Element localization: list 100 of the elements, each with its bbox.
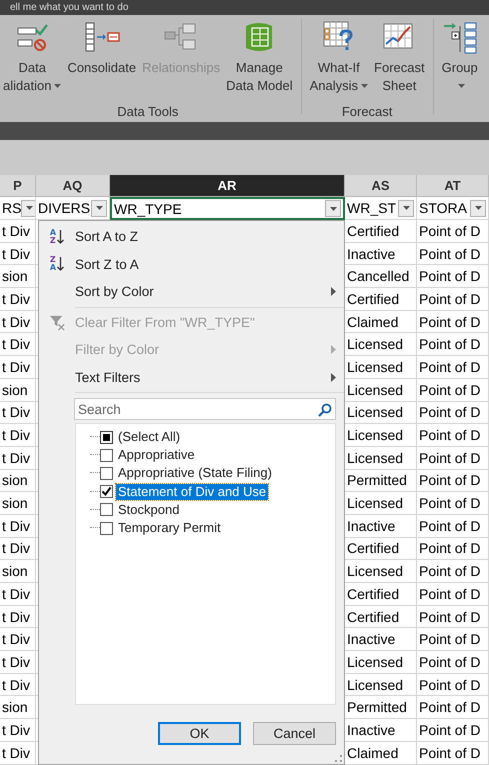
- table-cell: t Div: [2, 608, 30, 625]
- caret-icon: [330, 206, 336, 210]
- table-cell: Point of D: [419, 563, 480, 580]
- cancel-button[interactable]: Cancel: [253, 722, 336, 745]
- table-cell: Certified: [347, 222, 400, 239]
- group-label: Forecast: [342, 104, 392, 118]
- menu-item[interactable]: Sort by Color: [39, 278, 344, 306]
- search-field[interactable]: Search: [74, 398, 336, 420]
- checkbox[interactable]: [100, 466, 113, 480]
- caret-icon: [474, 206, 482, 210]
- column-header[interactable]: P: [0, 175, 36, 197]
- filter-dropdown-button[interactable]: [325, 200, 341, 217]
- table-cell: Point of D: [419, 631, 480, 648]
- table-cell: sion: [2, 699, 28, 716]
- list-item[interactable]: Appropriative (State Filing): [116, 465, 274, 482]
- list-item[interactable]: Stockpond: [116, 502, 182, 518]
- table-cell: t Div: [2, 314, 30, 330]
- list-item[interactable]: (Select All): [116, 429, 182, 446]
- column-header[interactable]: AS: [345, 175, 417, 197]
- table-cell: Point of D: [419, 314, 480, 330]
- ribbon-button[interactable]: What-If Analysis: [306, 19, 372, 100]
- table-cell: t Div: [2, 450, 30, 466]
- table-cell: sion: [2, 495, 28, 512]
- table-cell: Point of D: [419, 222, 480, 239]
- funnel-x-icon: [48, 314, 66, 331]
- table-cell: Point of D: [419, 744, 480, 761]
- submenu-arrow-icon: [331, 287, 336, 296]
- table-cell: Point of D: [419, 654, 480, 670]
- table-cell: Inactive: [347, 518, 396, 534]
- checkbox[interactable]: [100, 503, 113, 516]
- table-cell: Point of D: [419, 472, 480, 488]
- table-cell: Licensed: [347, 427, 404, 444]
- checkbox[interactable]: [100, 430, 113, 444]
- table-cell: sion: [2, 563, 28, 580]
- header-cell: WR_TYPE: [114, 200, 182, 216]
- table-cell: t Div: [2, 246, 30, 262]
- table-cell: t Div: [2, 358, 30, 375]
- table-cell: Point of D: [419, 427, 480, 444]
- table-cell: Point of D: [419, 336, 480, 352]
- list-item[interactable]: Temporary Permit: [116, 520, 223, 536]
- table-cell: Point of D: [419, 268, 480, 284]
- table-cell: t Div: [2, 654, 30, 670]
- table-cell: Point of D: [419, 518, 480, 534]
- menu-item[interactable]: Z A Sort Z to A: [39, 250, 344, 278]
- column-header[interactable]: AR: [110, 175, 345, 197]
- table-cell: Licensed: [347, 336, 404, 352]
- table-cell: Cancelled: [347, 268, 410, 284]
- table-cell: Permitted: [347, 472, 407, 488]
- table-cell: Point of D: [419, 404, 480, 420]
- table-cell: Licensed: [347, 382, 404, 398]
- caret-icon: [26, 206, 33, 210]
- ribbon-button[interactable]: Forecast Sheet: [371, 19, 428, 100]
- table-cell: Point of D: [419, 722, 480, 738]
- resize-grip-icon[interactable]: [335, 755, 342, 762]
- table-cell: t Div: [2, 631, 30, 648]
- checkbox[interactable]: [100, 485, 113, 498]
- checkbox[interactable]: [100, 448, 113, 462]
- filter-dropdown-button[interactable]: [470, 200, 486, 216]
- ribbon-button[interactable]: Consolidate: [64, 19, 140, 100]
- list-item[interactable]: Statement of Div and Use: [116, 484, 268, 500]
- table-cell: Point of D: [419, 699, 480, 716]
- header-cell: DIVERS: [38, 200, 90, 216]
- table-cell: sion: [2, 472, 28, 488]
- table-cell: t Div: [2, 427, 30, 444]
- table-cell: Point of D: [419, 586, 480, 602]
- filter-dropdown-button[interactable]: [91, 200, 107, 216]
- group-label: Data Tools: [117, 104, 178, 118]
- search-icon: [318, 403, 332, 417]
- table-cell: Point of D: [419, 540, 480, 556]
- list-item[interactable]: Appropriative: [116, 447, 197, 464]
- table-cell: Point of D: [419, 358, 480, 375]
- table-cell: t Div: [2, 290, 30, 307]
- ribbon-button[interactable]: Group: [438, 19, 481, 100]
- active-cell[interactable]: WR_TYPE: [110, 197, 345, 220]
- menu-item[interactable]: A Z Sort A to Z: [39, 223, 344, 250]
- menu-item[interactable]: Text Filters: [39, 364, 344, 391]
- table-cell: t Div: [2, 586, 30, 602]
- checkbox[interactable]: [100, 522, 113, 535]
- header-cell: WR_ST: [347, 200, 396, 216]
- table-cell: Point of D: [419, 246, 480, 262]
- column-header[interactable]: AT: [417, 175, 489, 197]
- table-cell: Point of D: [419, 382, 480, 398]
- caret-icon: [402, 206, 410, 210]
- table-cell: sion: [2, 382, 28, 398]
- table-cell: Point of D: [419, 608, 480, 625]
- column-header[interactable]: AQ: [36, 175, 110, 197]
- tell-me-search-text[interactable]: ell me what you want to do: [10, 2, 128, 14]
- filter-dropdown-button[interactable]: [398, 200, 414, 216]
- table-cell: Point of D: [419, 676, 480, 693]
- header-cell: STORA: [419, 200, 467, 216]
- header-cell: RS: [2, 200, 22, 216]
- table-cell: Point of D: [419, 495, 480, 512]
- ribbon-button[interactable]: Data alidation: [0, 19, 64, 100]
- table-cell: sion: [2, 268, 28, 284]
- filter-dropdown-button[interactable]: [21, 200, 35, 216]
- ribbon-button[interactable]: Manage Data Model: [223, 19, 296, 100]
- table-cell: Inactive: [347, 631, 396, 648]
- table-cell: Claimed: [347, 314, 398, 330]
- caret-icon: [96, 206, 102, 210]
- ok-button[interactable]: OK: [158, 722, 241, 745]
